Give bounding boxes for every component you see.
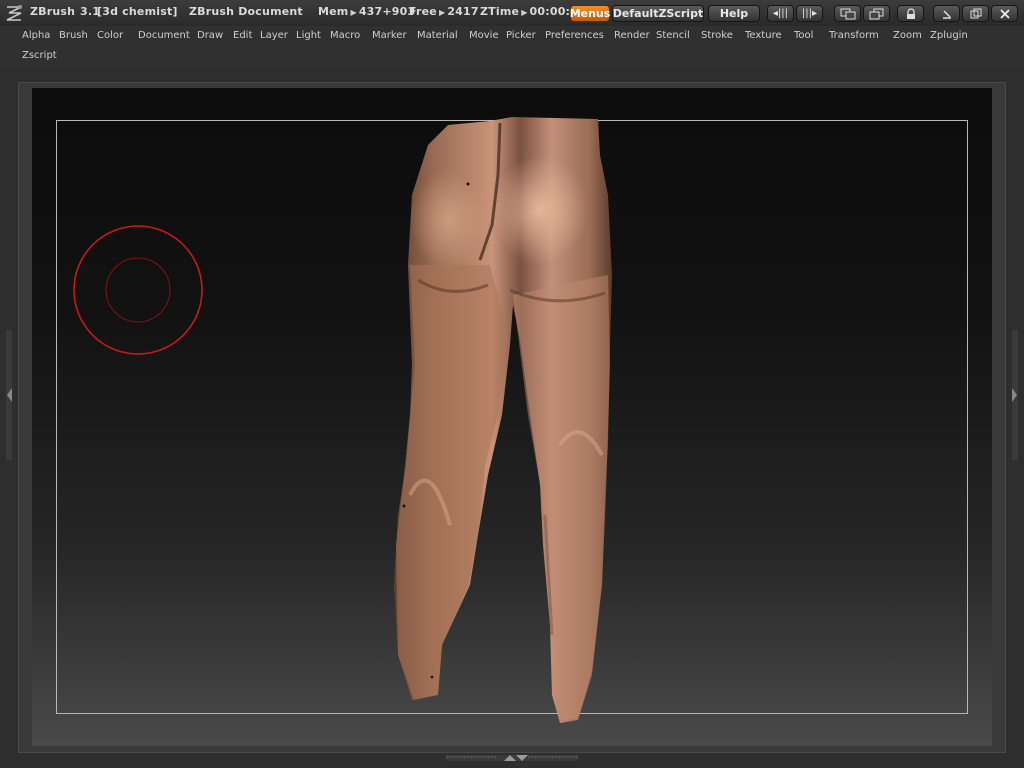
mem-value: 437+903 [358,5,416,18]
default-zscript-button[interactable]: DefaultZScript [612,5,704,22]
close-button[interactable] [991,5,1018,22]
legs-3d-model[interactable] [380,115,630,730]
scroll-left-icon: ◂||| [772,8,789,19]
menu-macro[interactable]: Macro [330,30,360,41]
scroll-right-button[interactable]: |||▸ [796,5,823,22]
maximize-button[interactable] [962,5,989,22]
menus-button[interactable]: Menus [570,5,610,22]
mem-label: Mem [318,5,349,18]
user-name: [3d chemist] [97,5,178,18]
menu-alpha[interactable]: Alpha [22,30,50,41]
menu-zscript[interactable]: Zscript [22,50,57,61]
menu-picker[interactable]: Picker [506,30,536,41]
triangle-right-icon: ▶ [438,8,446,17]
left-tray-handle[interactable] [4,330,14,460]
maximize-icon [970,8,981,18]
menu-material[interactable]: Material [417,30,458,41]
menu-texture[interactable]: Texture [745,30,782,41]
window-restore-button[interactable] [834,5,861,22]
free-value: 2417 [447,5,479,18]
brush-cursor-icon [73,225,203,355]
title-bar: ZBrush 3.1 [3d chemist] ZBrush Document … [0,0,1024,26]
window-restore-icon [840,8,855,19]
lock-button[interactable] [897,5,924,22]
menu-zplugin[interactable]: Zplugin [930,30,968,41]
minimize-button[interactable] [933,5,960,22]
menu-bar: Alpha Brush Color Document Draw Edit Lay… [0,26,1024,68]
window-cascade-button[interactable] [863,5,890,22]
free-readout: Free ▶ 2417 [409,5,479,18]
triangle-right-icon: ▶ [350,8,357,17]
memory-readout: Mem ▶ 437+903 [318,5,415,18]
menu-draw[interactable]: Draw [197,30,223,41]
menu-document[interactable]: Document [138,30,190,41]
menu-light[interactable]: Light [296,30,321,41]
ztime-readout: ZTime ▶ 00:00:0 [480,5,578,18]
menu-brush[interactable]: Brush [59,30,88,41]
window-cascade-icon [869,8,883,19]
document-title: ZBrush Document [189,5,303,18]
free-label: Free [409,5,437,18]
ztime-label: ZTime [480,5,520,18]
scroll-right-icon: |||▸ [801,8,818,19]
menu-marker[interactable]: Marker [372,30,407,41]
menu-stroke[interactable]: Stroke [701,30,733,41]
scroll-left-button[interactable]: ◂||| [767,5,794,22]
minimize-icon [942,9,951,19]
triangle-right-icon: ▶ [521,8,528,17]
menu-stencil[interactable]: Stencil [656,30,690,41]
menu-layer[interactable]: Layer [260,30,288,41]
lock-icon [906,7,915,19]
menu-edit[interactable]: Edit [233,30,252,41]
app-name: ZBrush [30,5,76,18]
menu-color[interactable]: Color [97,30,123,41]
zbrush-logo-icon [6,5,22,21]
menu-render[interactable]: Render [614,30,650,41]
menu-tool[interactable]: Tool [794,30,813,41]
menu-zoom[interactable]: Zoom [893,30,922,41]
menu-preferences[interactable]: Preferences [545,30,604,41]
help-button[interactable]: Help [708,5,760,22]
bottom-tray-handle[interactable] [446,753,578,763]
menu-transform[interactable]: Transform [829,30,879,41]
right-tray-handle[interactable] [1010,330,1020,460]
menu-movie[interactable]: Movie [469,30,499,41]
close-icon [999,8,1010,19]
